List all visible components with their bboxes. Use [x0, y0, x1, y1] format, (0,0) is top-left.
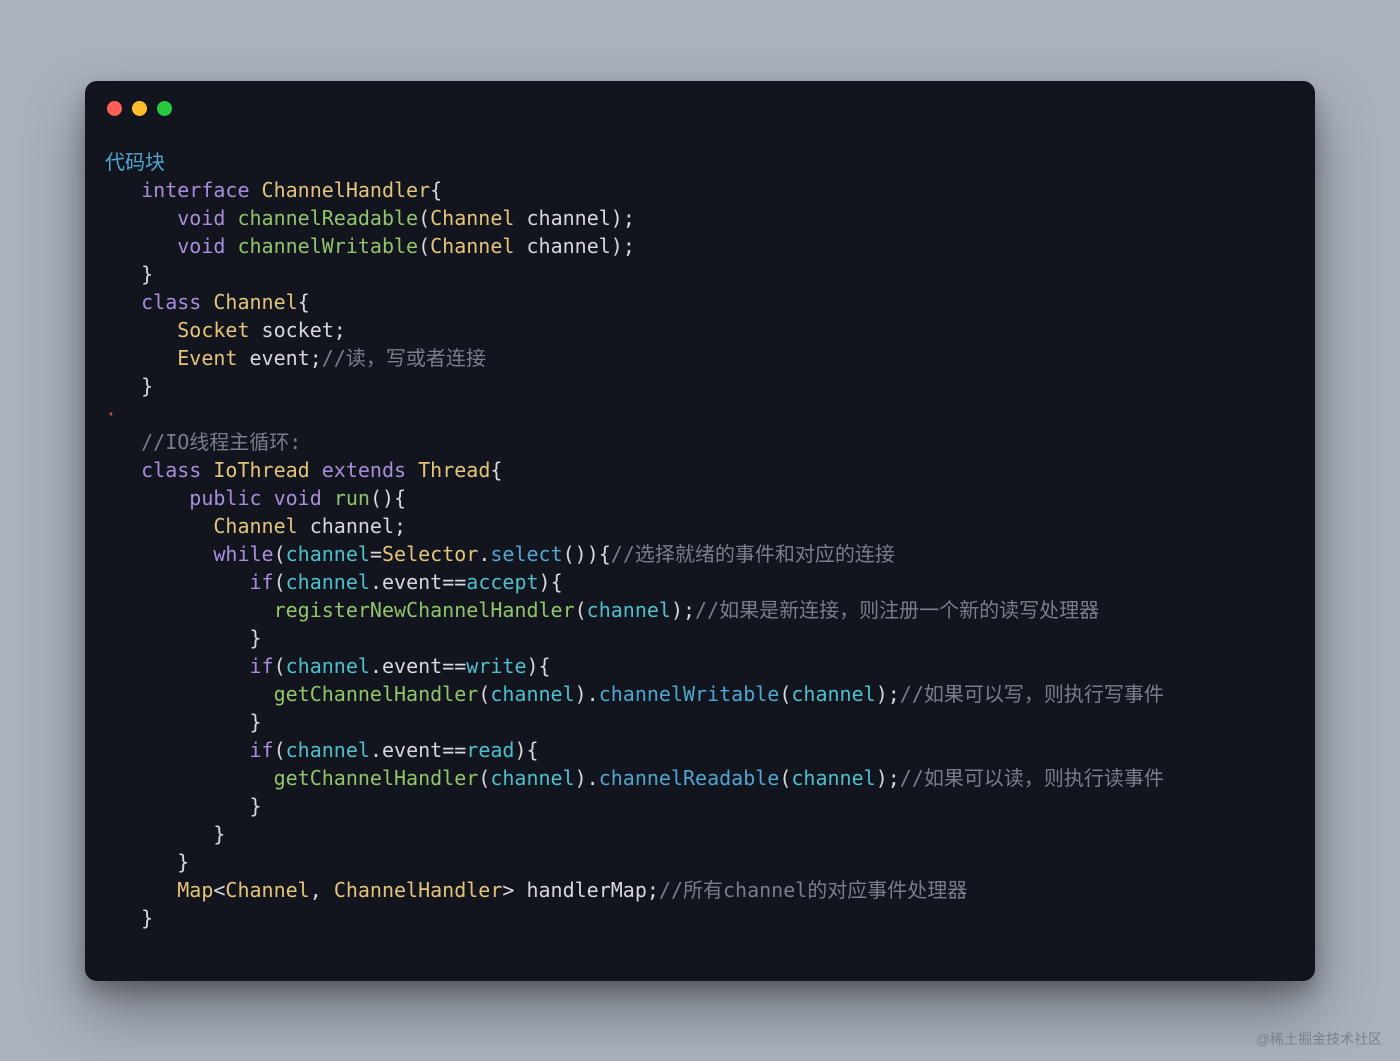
comment-register: //如果是新连接，则注册一个新的读写处理器 — [695, 598, 1099, 622]
fn-gethandler-r: getChannelHandler — [274, 766, 479, 790]
code-area: 代码块 interface ChannelHandler{ void chann… — [85, 116, 1315, 981]
terminal-window: 代码块 interface ChannelHandler{ void chann… — [85, 81, 1315, 981]
cls-channelhandler: ChannelHandler — [262, 178, 431, 202]
fn-channelreadable: channelReadable — [237, 206, 418, 230]
cls-iothread: IoThread — [213, 458, 309, 482]
fn-gethandler-w: getChannelHandler — [274, 682, 479, 706]
fn-channelwritable: channelWritable — [237, 234, 418, 258]
marker-dot: · — [105, 402, 117, 426]
comment-write: //如果可以写，则执行写事件 — [900, 682, 1164, 706]
window-controls — [85, 81, 1315, 116]
watermark-text: @稀土掘金技术社区 — [1256, 1029, 1382, 1049]
fn-run: run — [334, 486, 370, 510]
minimize-icon[interactable] — [132, 101, 147, 116]
fn-register: registerNewChannelHandler — [274, 598, 575, 622]
comment-select: //选择就绪的事件和对应的连接 — [611, 542, 895, 566]
kw-class: class — [141, 290, 201, 314]
maximize-icon[interactable] — [157, 101, 172, 116]
cls-channel: Channel — [213, 290, 297, 314]
comment-ioloop: //IO线程主循环: — [141, 430, 301, 454]
kw-interface: interface — [141, 178, 249, 202]
code-title: 代码块 — [105, 150, 165, 174]
comment-event: //读，写或者连接 — [322, 346, 486, 370]
close-icon[interactable] — [107, 101, 122, 116]
comment-read: //如果可以读，则执行读事件 — [900, 766, 1164, 790]
comment-map: //所有channel的对应事件处理器 — [659, 878, 967, 902]
